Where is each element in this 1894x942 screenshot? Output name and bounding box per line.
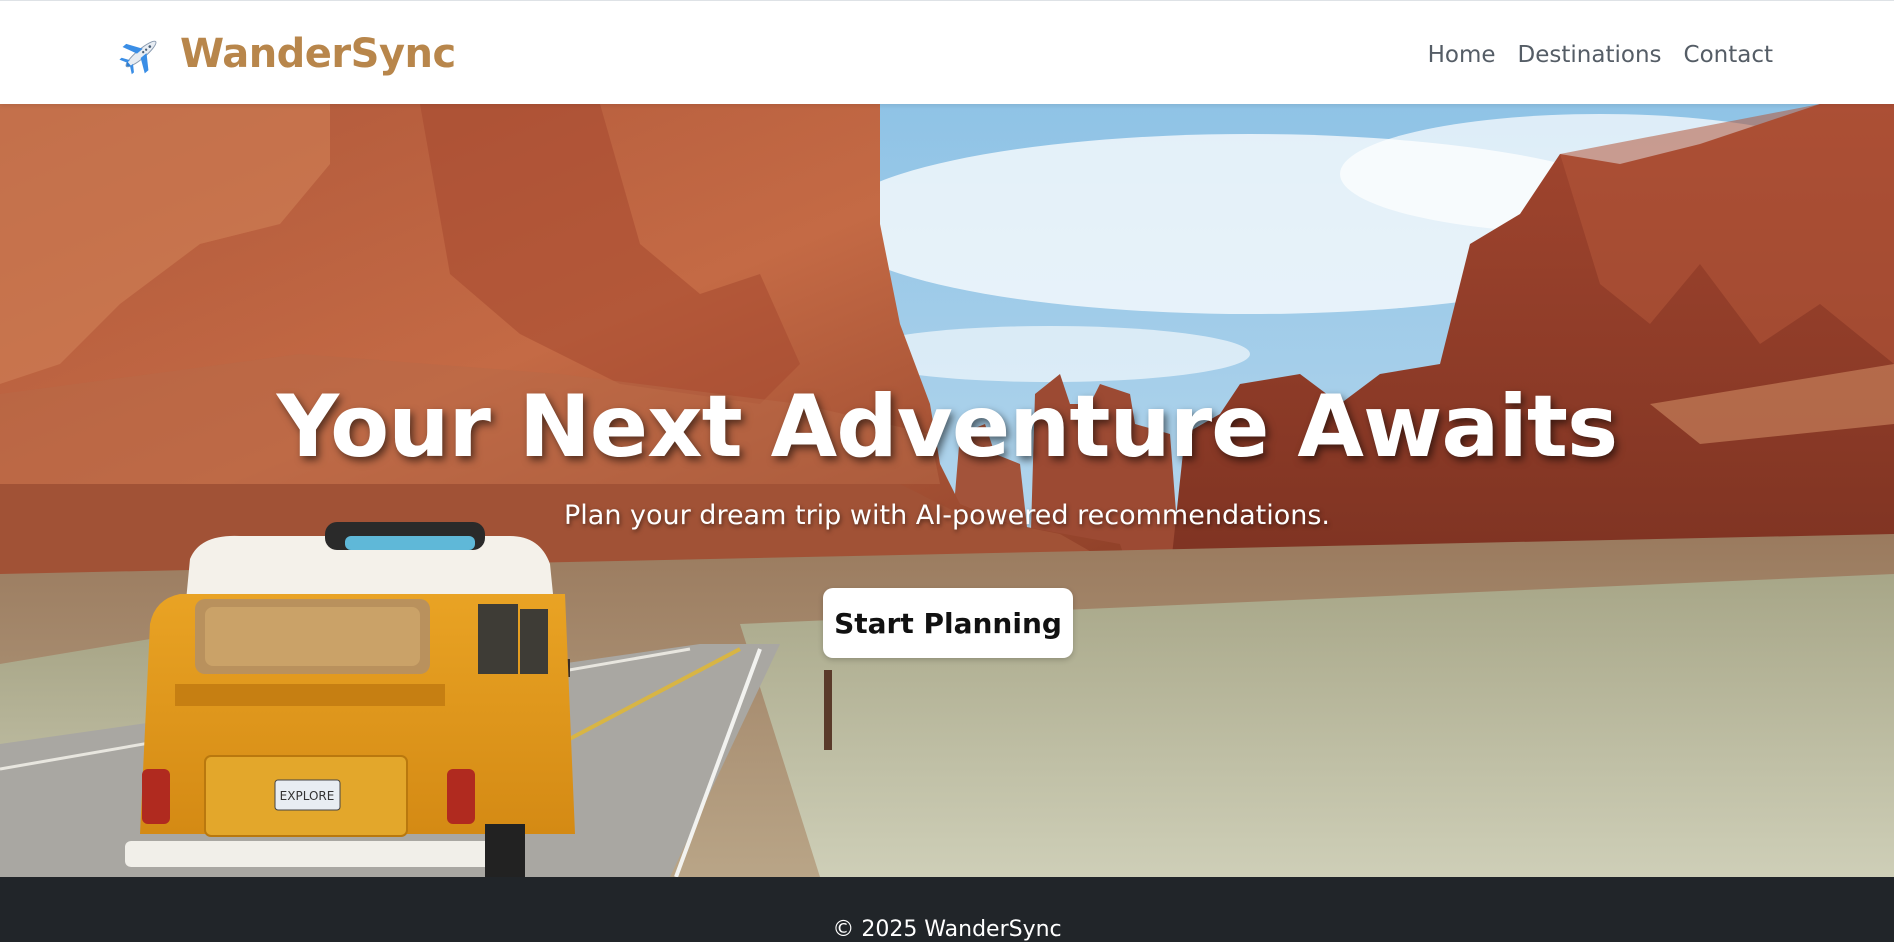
- hero-section: EXPLORE Your Next Adventure Awaits Plan …: [0, 104, 1894, 877]
- start-planning-button[interactable]: Start Planning: [823, 588, 1073, 658]
- top-navbar: WanderSync Home Destinations Contact: [0, 0, 1894, 104]
- nav-link-destinations[interactable]: Destinations: [1518, 37, 1662, 73]
- hero-title: Your Next Adventure Awaits: [276, 377, 1618, 477]
- airplane-icon: [119, 40, 157, 75]
- brand-name: WanderSync: [180, 31, 456, 77]
- nav-links: Home Destinations Contact: [1428, 37, 1773, 73]
- brand-logo-link[interactable]: WanderSync: [118, 29, 456, 79]
- nav-link-home[interactable]: Home: [1428, 37, 1496, 73]
- page-footer: © 2025 WanderSync: [0, 877, 1894, 942]
- nav-link-contact[interactable]: Contact: [1684, 37, 1773, 73]
- hero-content: Your Next Adventure Awaits Plan your dre…: [0, 104, 1894, 877]
- hero-subtitle: Plan your dream trip with AI-powered rec…: [563, 500, 1330, 531]
- footer-copyright: © 2025 WanderSync: [832, 917, 1062, 942]
